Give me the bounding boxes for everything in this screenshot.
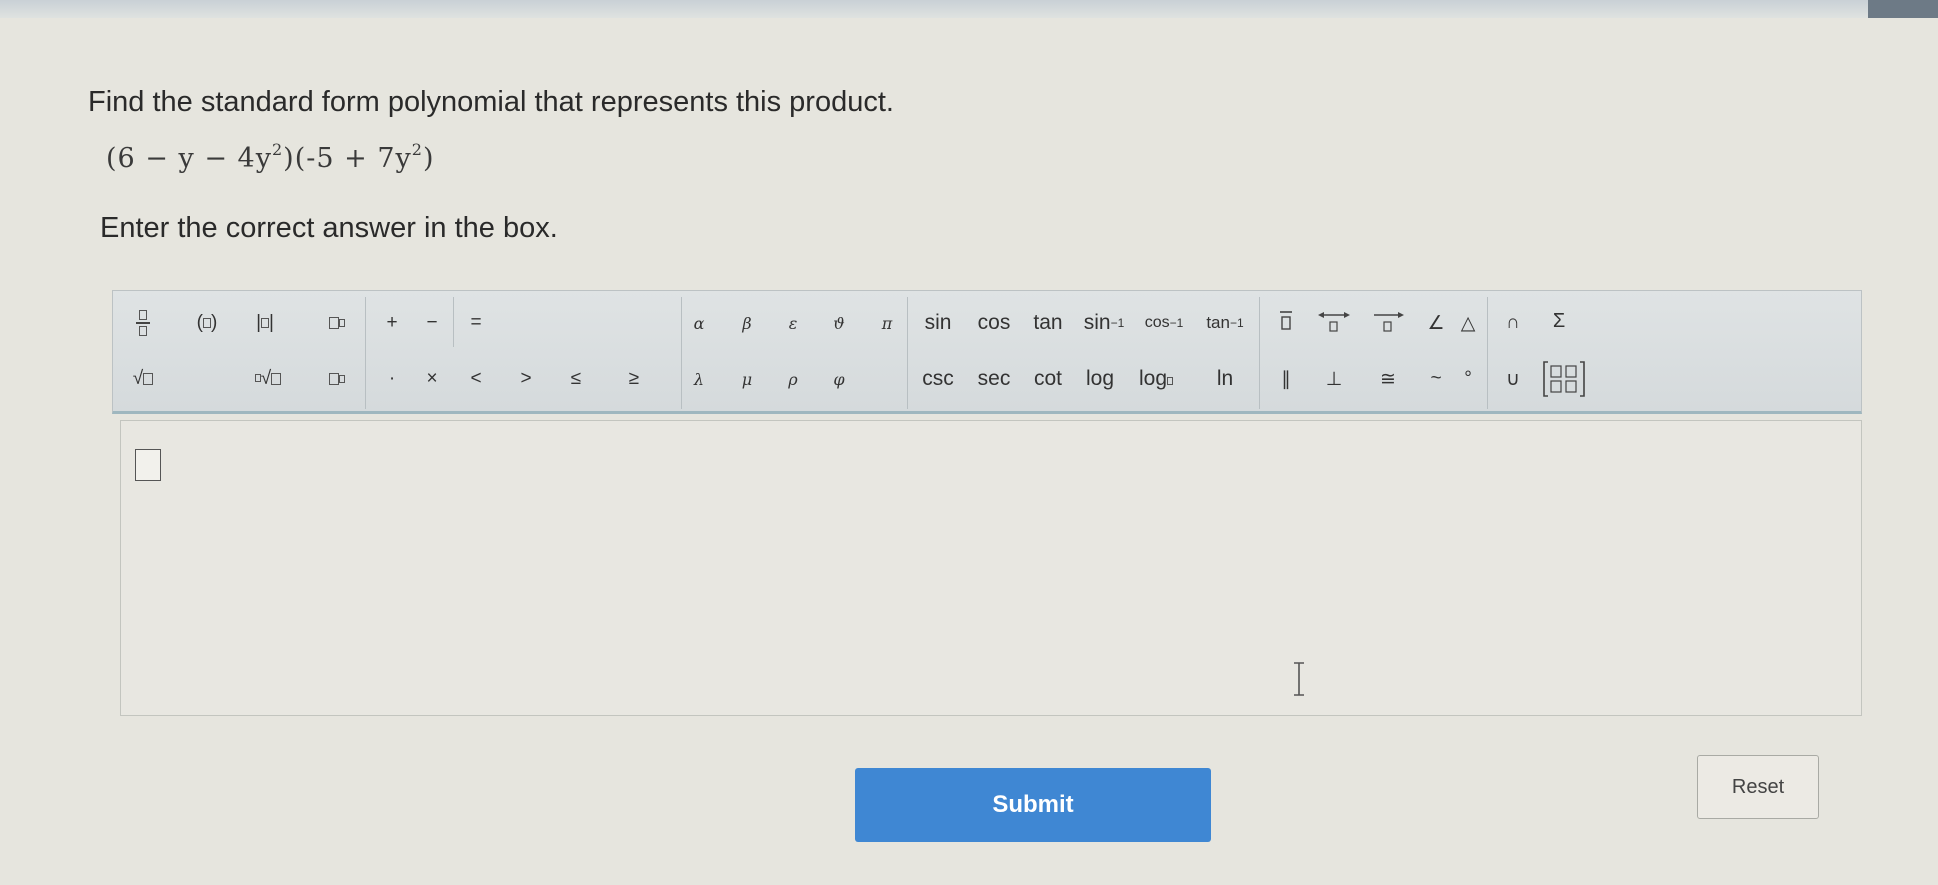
rho-button[interactable]: ρ [777,359,809,399]
answer-input-area[interactable] [120,420,1862,716]
expression-part1: (6 − y − 4y [106,143,272,174]
exponent-button[interactable] [317,303,357,343]
overline-button[interactable] [1269,301,1303,341]
times-button[interactable]: × [415,359,449,399]
expression-part2: )(-5 + 7y [283,143,412,174]
sec-button[interactable]: sec [969,359,1019,399]
ln-button[interactable]: ln [1195,359,1255,399]
greater-equal-button[interactable]: ≥ [617,359,651,399]
cos-button[interactable]: cos [969,303,1019,343]
triangle-button[interactable]: △ [1453,303,1483,343]
tan-button[interactable]: tan [1023,303,1073,343]
less-than-button[interactable]: < [459,359,493,399]
beta-button[interactable]: β [731,303,763,343]
text-cursor-icon [1294,662,1304,696]
expression-exponent-1: 2 [271,140,284,159]
arcsin-exponent: −1 [1110,316,1125,330]
log-base-label: log [1138,367,1168,390]
parallel-button[interactable]: ∥ [1269,359,1303,399]
similar-button[interactable]: ~ [1421,359,1451,399]
union-button[interactable]: ∪ [1493,359,1533,399]
square-root-button[interactable]: √ [123,359,163,399]
toolbar-separator [453,297,454,347]
minus-button[interactable]: − [415,303,449,343]
theta-button[interactable]: ϑ [823,303,855,343]
submit-button[interactable]: Submit [855,768,1211,842]
degree-button[interactable]: ° [1453,359,1483,399]
equals-button[interactable]: = [459,303,493,343]
ray-button[interactable] [1365,301,1411,341]
lambda-button[interactable]: λ [683,359,715,399]
intersection-button[interactable]: ∩ [1493,303,1533,343]
cot-button[interactable]: cot [1023,359,1073,399]
sin-button[interactable]: sin [913,303,963,343]
arctan-button[interactable]: tan −1 [1195,303,1255,343]
answer-placeholder-box[interactable] [135,449,161,481]
arcsin-button[interactable]: sin −1 [1075,303,1133,343]
arccos-button[interactable]: cos −1 [1133,303,1195,343]
toolbar-separator [365,297,366,409]
less-equal-button[interactable]: ≤ [559,359,593,399]
arctan-label: tan [1206,313,1230,332]
mu-button[interactable]: μ [731,359,763,399]
toolbar-separator [681,297,682,409]
line-arrow-button[interactable] [1311,301,1357,341]
question-prompt: Find the standard form polynomial that r… [88,86,894,118]
math-toolbar: () | | + − = α β ε ϑ π sin cos tan sin −1 … [112,290,1862,414]
plus-button[interactable]: + [375,303,409,343]
csc-button[interactable]: csc [913,359,963,399]
parentheses-button[interactable]: () [187,303,227,343]
toolbar-separator [907,297,908,409]
arcsin-label: sin [1083,311,1111,334]
greater-than-button[interactable]: > [509,359,543,399]
matrix-button[interactable] [1539,355,1589,403]
reset-button[interactable]: Reset [1697,755,1819,819]
perpendicular-button[interactable]: ⊥ [1311,359,1357,399]
expression-part3: ) [422,143,435,174]
subscript-button[interactable] [317,359,357,399]
instruction-text: Enter the correct answer in the box. [100,212,558,244]
toolbar-separator [1487,297,1488,409]
phi-button[interactable]: φ [823,359,855,399]
arctan-exponent: −1 [1229,316,1244,330]
alpha-button[interactable]: α [683,303,715,343]
pi-button[interactable]: π [871,303,903,343]
expression-exponent-2: 2 [411,140,423,159]
polynomial-expression: (6 − y − 4y2)(-5 + 7y2) [106,140,435,174]
congruent-button[interactable]: ≅ [1365,359,1411,399]
corner-block [1868,0,1938,18]
summation-button[interactable]: Σ [1539,299,1579,343]
log-base-button[interactable]: log [1127,359,1185,399]
fraction-button[interactable] [123,303,163,343]
log-button[interactable]: log [1075,359,1125,399]
top-strip [0,0,1938,18]
arccos-label: cos [1144,314,1170,331]
angle-button[interactable]: ∠ [1421,303,1451,343]
toolbar-separator [1259,297,1260,409]
dot-button[interactable]: · [375,359,409,399]
nth-root-button[interactable]: √ [245,359,291,399]
arccos-exponent: −1 [1169,316,1184,330]
absolute-value-button[interactable]: | | [245,303,285,343]
epsilon-button[interactable]: ε [777,303,809,343]
